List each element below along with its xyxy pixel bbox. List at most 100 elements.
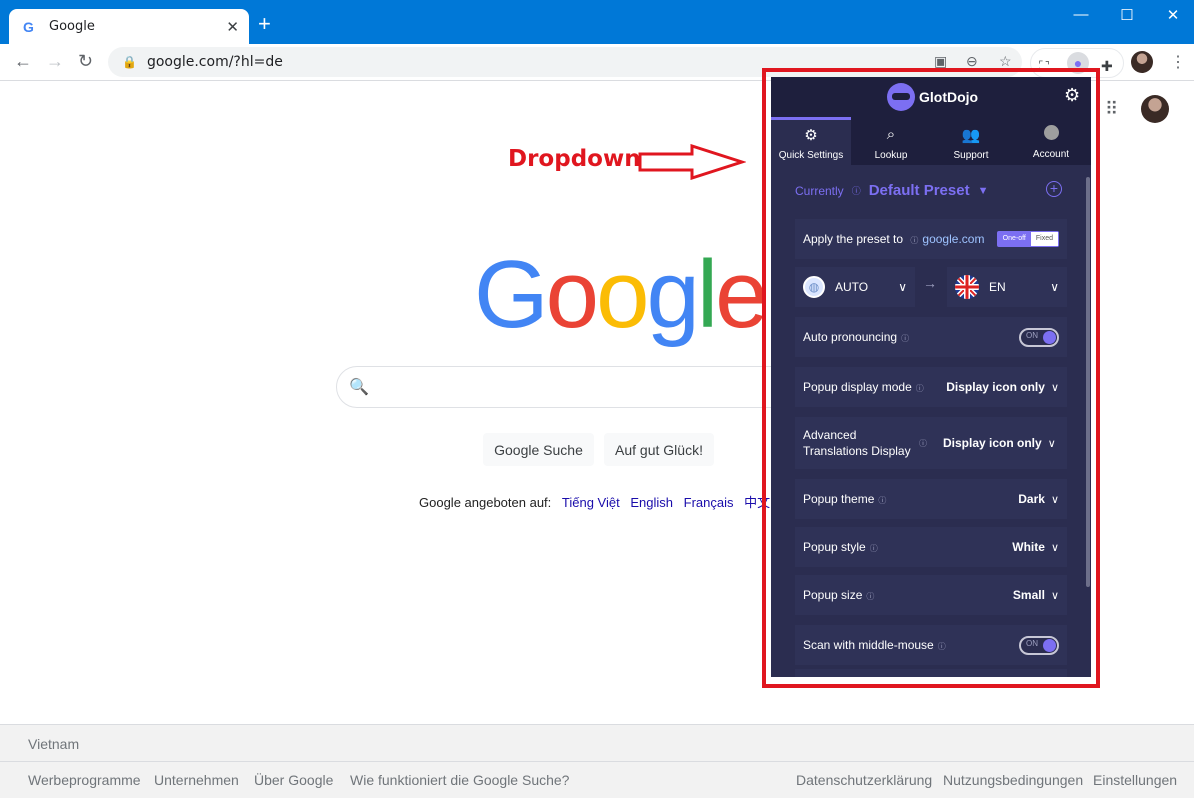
tab-quick-settings[interactable]: ⚙ Quick Settings [771,117,851,165]
new-tab-button[interactable]: + [258,13,271,35]
logo-letter: o [545,241,599,348]
apply-label-text: Apply the preset to [803,232,904,246]
target-language-select[interactable]: EN ∨ [947,267,1067,307]
tab-title: Google [49,19,95,34]
scan-middle-mouse-toggle[interactable]: ON [1019,635,1059,655]
help-icon: ⓘ [901,334,910,343]
setting-label: Popup size ⓘ [803,588,1013,602]
popup-theme-row[interactable]: Popup theme ⓘ Dark ∨ [795,479,1067,519]
logo-letter: e [715,241,768,348]
setting-label-text: Popup style [803,540,866,554]
chevron-down-icon: ∨ [1050,541,1059,554]
popup-style-row[interactable]: Popup style ⓘ White ∨ [795,527,1067,567]
setting-label-text: Scan with middle-mouse [803,638,934,652]
help-icon: ⓘ [919,438,927,448]
setting-label: Popup display mode ⓘ [803,380,946,394]
profile-avatar[interactable] [1131,51,1153,73]
title-bar: G Google ✕ + — ☐ ✕ [0,0,1194,44]
puzzle-extensions-icon[interactable]: ✚ [1101,58,1113,75]
help-icon: ⓘ [878,496,887,505]
chevron-down-icon: ▼ [977,184,989,197]
google-apps-icon[interactable]: ⠿ [1105,99,1118,120]
tab-label: Support [953,150,989,161]
toggle-text: ON [1026,330,1038,340]
auto-pronouncing-toggle[interactable]: ON [1019,327,1059,347]
back-icon[interactable]: ← [14,51,32,72]
google-search-button[interactable]: Google Suche [483,433,594,466]
language-link[interactable]: Tiếng Việt [562,495,620,510]
footer-link[interactable]: Werbeprogramme [28,772,141,788]
preset-name: Default Preset [868,182,970,199]
logo-letter: o [596,241,649,348]
lucky-button[interactable]: Auf gut Glück! [604,433,714,466]
currently-label: Currently [795,183,844,198]
chevron-down-icon: ∨ [1050,589,1059,602]
tab-account[interactable]: Account [1011,117,1091,165]
maximize-button[interactable]: ☐ [1104,6,1150,24]
lock-icon: 🔒 [122,55,137,69]
glotdojo-popup: GlotDojo ⚙ ⚙ Quick Settings ⌕ Lookup 👥 S… [771,77,1091,677]
google-account-avatar[interactable] [1141,95,1169,123]
minimize-button[interactable]: — [1058,6,1104,23]
setting-label-text: Auto pronouncing [803,330,898,344]
globe-icon: ◍ [803,276,825,298]
browser-tab[interactable]: G Google ✕ [9,9,249,44]
footer-link[interactable]: Wie funktioniert die Google Suche? [350,772,569,788]
setting-label: Popup theme ⓘ [803,492,1018,506]
popup-header: GlotDojo ⚙ [771,77,1091,117]
auto-pronouncing-row: Auto pronouncing ⓘ ON [795,317,1067,357]
close-window-button[interactable]: ✕ [1150,6,1194,24]
help-icon: ⓘ [910,236,919,245]
footer-link[interactable]: Über Google [254,772,333,788]
logo-letter: G [474,241,549,348]
one-off-fixed-toggle[interactable]: One-off Fixed [996,231,1059,247]
setting-label: Advanced Translations Display [803,427,915,459]
popup-scrollbar[interactable] [1086,177,1090,587]
popup-brand-name: GlotDojo [919,89,979,105]
language-link[interactable]: English [630,495,673,510]
glotdojo-logo-icon [887,83,915,111]
search-icon: 🔍 [349,379,369,396]
footer-link[interactable]: Datenschutzerklärung [796,772,932,788]
setting-label: Popup style ⓘ [803,540,1012,554]
popup-size-row[interactable]: Popup size ⓘ Small ∨ [795,575,1067,615]
footer-country-bar: Vietnam [0,724,1194,762]
help-icon: ⓘ [915,384,924,393]
help-icon: ⓘ [866,592,875,601]
tab-close-icon[interactable]: ✕ [226,18,239,36]
toggle-knob [1043,330,1056,344]
source-language-select[interactable]: ◍ AUTO ∨ [795,267,915,307]
reload-icon[interactable]: ↻ [78,51,93,72]
language-link[interactable]: Français [684,495,734,510]
source-language: AUTO [835,280,869,294]
help-icon: ⓘ [851,186,861,196]
logo-letter: g [646,241,699,348]
preset-selector[interactable]: Currently ⓘ Default Preset ▼ [795,182,988,199]
help-icon: ⓘ [869,544,878,553]
fixed-option[interactable]: Fixed [1030,232,1058,246]
next-setting-row [795,669,1067,677]
setting-label: Auto pronouncing ⓘ [803,330,1019,344]
one-off-option[interactable]: One-off [997,232,1031,246]
footer-link[interactable]: Unternehmen [154,772,239,788]
settings-gear-icon[interactable]: ⚙ [1064,85,1080,106]
add-preset-icon[interactable]: + [1046,181,1062,197]
offered-label: Google angeboten auf: [419,495,552,510]
popup-display-mode-row[interactable]: Popup display mode ⓘ Display icon only ∨ [795,367,1067,407]
google-logo: Google [474,240,769,350]
tab-lookup[interactable]: ⌕ Lookup [851,117,931,165]
tab-label: Quick Settings [778,150,844,161]
advanced-translations-display-row[interactable]: Advanced Translations Display ⓘ Display … [795,417,1067,469]
footer-link[interactable]: Nutzungsbedingungen [943,772,1083,788]
account-icon [1043,125,1059,140]
tab-support[interactable]: 👥 Support [931,117,1011,165]
apply-preset-row: Apply the preset to ⓘ google.com One-off … [795,219,1067,259]
footer-link[interactable]: Einstellungen [1093,772,1177,788]
tab-label: Lookup [874,150,908,161]
annotation-arrow-icon [638,144,746,180]
chrome-menu-icon[interactable]: ⋮ [1170,52,1186,72]
forward-icon[interactable]: → [46,51,64,72]
setting-value: Dark [1018,492,1045,506]
popup-tabs: ⚙ Quick Settings ⌕ Lookup 👥 Support Acco… [771,117,1091,165]
setting-value: Display icon only [943,436,1042,450]
